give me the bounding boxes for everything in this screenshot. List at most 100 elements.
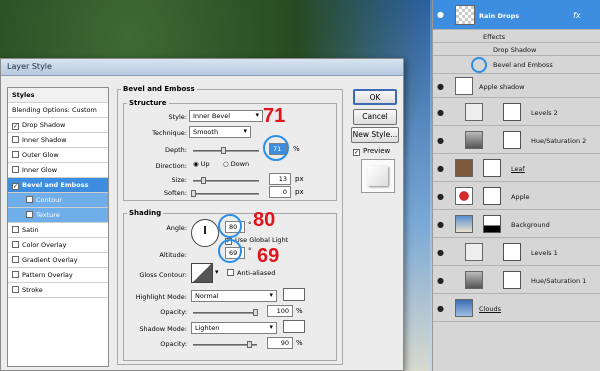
fx-icon[interactable]: fx [573,11,581,20]
layer-row-hue-sat-1[interactable]: ● Hue/Saturation 1 [433,266,600,294]
pattern-overlay-checkbox[interactable] [12,271,19,278]
layer-row-levels-1[interactable]: ● Levels 1 [433,238,600,266]
effect-drop-shadow-row[interactable]: Drop Shadow [433,43,600,56]
layer-name: Hue/Saturation 1 [531,277,587,285]
texture-checkbox[interactable] [26,211,33,218]
antialiased-checkbox[interactable]: Anti-aliased [227,269,275,277]
effect-name: Drop Shadow [493,46,537,54]
style-item-contour[interactable]: Contour [8,193,108,208]
size-slider-thumb[interactable] [201,177,206,184]
depth-slider-thumb[interactable] [221,147,226,154]
shadow-opacity-input[interactable]: 90 [267,337,293,349]
direction-up-radio[interactable]: ◉ Up [193,160,210,168]
preview-checkbox[interactable]: ✓ Preview [353,147,390,156]
altitude-unit: ° [248,247,252,255]
eye-icon[interactable]: ● [437,10,444,19]
style-item-gradient-overlay[interactable]: Gradient Overlay [8,253,108,268]
layer-name: Apple [511,193,530,201]
effect-name: Bevel and Emboss [493,61,553,69]
color-overlay-checkbox[interactable] [12,241,19,248]
style-item-stroke[interactable]: Stroke [8,283,108,298]
soften-unit: px [295,188,304,196]
shadow-mode-value: Lighten [195,324,220,332]
outer-glow-checkbox[interactable] [12,151,19,158]
satin-checkbox[interactable] [12,226,19,233]
style-item-blending-options[interactable]: Blending Options: Custom [8,103,108,118]
stroke-checkbox[interactable] [12,286,19,293]
soften-slider-thumb[interactable] [191,190,196,197]
layers-panel: ● Rain Drops fx Effects Drop Shadow Beve… [432,0,600,371]
bevel-emboss-checkbox[interactable]: ✓ [12,183,19,190]
style-label: Style: [168,113,187,121]
style-item-texture[interactable]: Texture [8,208,108,223]
layer-row-leaf[interactable]: ● Leaf [433,154,600,182]
soften-input[interactable]: 0 [269,186,291,198]
eye-icon[interactable]: ● [437,108,444,117]
gradient-overlay-checkbox[interactable] [12,256,19,263]
drop-shadow-checkbox[interactable]: ✓ [12,123,19,130]
ok-button[interactable]: OK [353,89,397,105]
layer-row-levels-2[interactable]: ● Levels 2 [433,98,600,126]
effect-bevel-emboss-row[interactable]: Bevel and Emboss [433,56,600,74]
highlight-mode-select[interactable]: Normal [191,290,277,302]
eye-icon[interactable]: ● [437,304,444,313]
layer-name: Levels 2 [531,109,558,117]
layer-row-clouds[interactable]: ● Clouds [433,294,600,322]
eye-icon[interactable]: ● [437,164,444,173]
eye-icon[interactable]: ● [437,220,444,229]
layer-mask-thumbnail [503,243,521,261]
highlight-opacity-input[interactable]: 100 [267,305,293,317]
layer-mask-thumbnail [483,215,501,233]
inner-shadow-checkbox[interactable] [12,136,19,143]
levels-adjustment-icon [465,103,483,121]
shadow-mode-select[interactable]: Lighten [191,322,277,334]
layer-style-dialog: Layer Style Styles Blending Options: Cus… [0,58,404,371]
new-style-button[interactable]: New Style... [351,127,399,143]
layer-row-apple[interactable]: ● Apple [433,182,600,210]
layer-row-rain-drops[interactable]: ● Rain Drops fx [433,0,600,30]
layer-mask-thumbnail [503,103,521,121]
style-item-satin[interactable]: Satin [8,223,108,238]
layer-row-apple-shadow[interactable]: ● Apple shadow [433,74,600,98]
chevron-down-icon[interactable]: ▾ [215,268,219,276]
highlight-mode-value: Normal [195,292,219,300]
angle-highlight-circle [218,214,242,238]
style-item-outer-glow[interactable]: Outer Glow [8,148,108,163]
style-item-color-overlay[interactable]: Color Overlay [8,238,108,253]
highlight-opacity-thumb[interactable] [253,309,258,316]
eye-icon[interactable]: ● [437,136,444,145]
style-item-inner-glow[interactable]: Inner Glow [8,163,108,178]
gloss-contour-picker[interactable] [191,263,213,283]
style-item-pattern-overlay[interactable]: Pattern Overlay [8,268,108,283]
direction-down-radio[interactable]: ○ Down [223,160,249,168]
layer-effects-row[interactable]: Effects [433,30,600,43]
shading-title: Shading [127,209,164,217]
eye-icon[interactable]: ● [437,82,444,91]
soften-slider[interactable] [193,193,259,195]
style-item-drop-shadow[interactable]: ✓ Drop Shadow [8,118,108,133]
style-select[interactable]: Inner Bevel [189,110,263,122]
contour-checkbox[interactable] [26,196,33,203]
size-input[interactable]: 13 [269,173,291,185]
stroke-label: Stroke [22,286,43,294]
style-item-inner-shadow[interactable]: Inner Shadow [8,133,108,148]
inner-glow-label: Inner Glow [22,166,58,174]
style-item-bevel-emboss[interactable]: ✓ Bevel and Emboss [8,178,108,193]
highlight-opacity-slider[interactable] [193,312,257,314]
depth-slider[interactable] [193,150,259,152]
eye-icon[interactable]: ● [437,248,444,257]
cancel-button[interactable]: Cancel [353,109,397,125]
eye-highlight-circle [471,57,487,73]
layer-row-background[interactable]: ● Background [433,210,600,238]
eye-icon[interactable]: ● [437,276,444,285]
soften-label: Soften: [163,189,187,197]
angle-dial[interactable] [191,219,219,247]
eye-icon[interactable]: ● [437,192,444,201]
layer-row-hue-sat-2[interactable]: ● Hue/Saturation 2 [433,126,600,154]
radio-icon: ◉ [193,160,199,168]
shadow-opacity-thumb[interactable] [247,341,252,348]
technique-select[interactable]: Smooth [189,126,251,138]
inner-glow-checkbox[interactable] [12,166,19,173]
highlight-color-swatch[interactable] [283,288,305,301]
shadow-color-swatch[interactable] [283,320,305,333]
